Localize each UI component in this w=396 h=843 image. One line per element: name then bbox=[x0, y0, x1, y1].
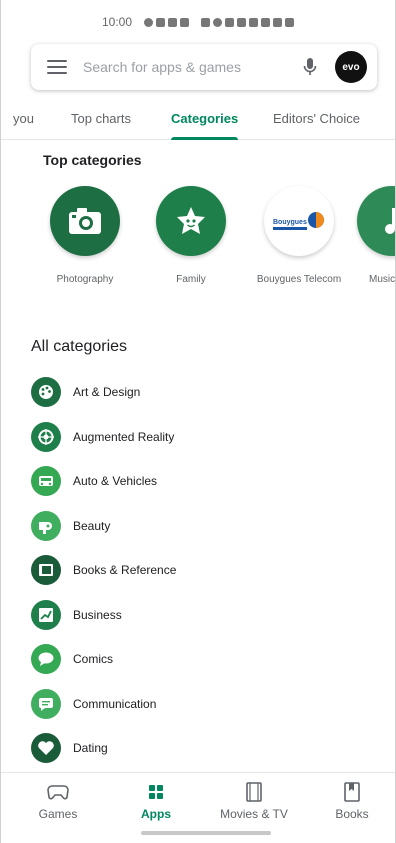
top-category-photography[interactable]: Photography bbox=[37, 186, 133, 285]
book-icon bbox=[31, 555, 61, 586]
search-bar[interactable]: Search for apps & games evo bbox=[31, 44, 377, 90]
status-time: 10:00 bbox=[101, 15, 133, 29]
tab-bar: you Top charts Categories Editors' Choic… bbox=[1, 96, 395, 140]
category-augmented-reality[interactable]: Augmented Reality bbox=[31, 415, 371, 460]
category-auto-vehicles[interactable]: Auto & Vehicles bbox=[31, 459, 371, 504]
music-note-icon bbox=[357, 186, 395, 256]
bookmark-icon bbox=[307, 781, 395, 803]
bouygues-logo-icon: Bouygues bbox=[264, 186, 334, 256]
account-avatar[interactable]: evo bbox=[335, 51, 367, 83]
top-category-label: Bouygues Telecom bbox=[256, 274, 342, 285]
apps-grid-icon bbox=[111, 781, 201, 803]
tab-for-you[interactable]: you bbox=[13, 96, 34, 140]
category-label: Business bbox=[73, 607, 122, 622]
category-label: Beauty bbox=[73, 518, 111, 533]
star-face-icon bbox=[156, 186, 226, 256]
category-books-reference[interactable]: Books & Reference bbox=[31, 548, 371, 593]
bottom-navigation: Games Apps Movies & TV Books bbox=[1, 772, 395, 843]
search-input[interactable]: Search for apps & games bbox=[83, 59, 299, 75]
nav-label: Games bbox=[38, 807, 78, 821]
svg-text:Bouygues: Bouygues bbox=[273, 219, 307, 226]
speech-bubble-icon bbox=[31, 644, 61, 675]
nav-movies-tv[interactable]: Movies & TV bbox=[209, 781, 299, 821]
category-communication[interactable]: Communication bbox=[31, 682, 371, 727]
top-category-family[interactable]: Family bbox=[143, 186, 239, 285]
category-label: Augmented Reality bbox=[73, 429, 175, 444]
hamburger-menu-icon[interactable] bbox=[47, 60, 67, 74]
category-label: Communication bbox=[73, 696, 157, 711]
chat-icon bbox=[31, 688, 61, 719]
nav-games[interactable]: Games bbox=[13, 781, 103, 821]
category-label: Auto & Vehicles bbox=[73, 474, 158, 489]
chart-icon bbox=[31, 599, 61, 630]
category-label: Art & Design bbox=[73, 385, 141, 400]
status-bar: 10:00 bbox=[1, 8, 395, 36]
category-label: Dating bbox=[73, 741, 108, 756]
tab-editors-choice[interactable]: Editors' Choice bbox=[273, 96, 360, 140]
category-label: Comics bbox=[73, 652, 114, 667]
top-category-label: Family bbox=[176, 274, 206, 285]
nav-label: Books bbox=[335, 807, 369, 821]
top-category-label: Music bbox=[369, 274, 396, 285]
top-category-music[interactable]: Music bbox=[357, 186, 396, 285]
system-icons bbox=[201, 17, 295, 27]
heart-icon bbox=[31, 733, 61, 764]
category-label: Books & Reference bbox=[73, 563, 177, 578]
notification-icons bbox=[144, 17, 190, 27]
nav-label: Movies & TV bbox=[220, 807, 288, 821]
category-business[interactable]: Business bbox=[31, 593, 371, 638]
home-indicator[interactable] bbox=[141, 831, 271, 835]
camera-icon bbox=[50, 186, 120, 256]
top-category-bouygues-telecom[interactable]: Bouygues Bouygues Telecom bbox=[251, 186, 347, 285]
top-category-label: Photography bbox=[56, 274, 114, 285]
category-beauty[interactable]: Beauty bbox=[31, 504, 371, 549]
microphone-icon[interactable] bbox=[299, 56, 321, 78]
nav-apps[interactable]: Apps bbox=[111, 781, 201, 821]
ar-icon bbox=[31, 421, 61, 452]
nav-books[interactable]: Books bbox=[307, 781, 395, 821]
nav-label: Apps bbox=[141, 807, 171, 821]
gamepad-icon bbox=[13, 781, 103, 803]
film-icon bbox=[209, 781, 299, 803]
all-categories-list: Art & Design Augmented Reality Auto & Ve… bbox=[31, 370, 371, 771]
tab-categories[interactable]: Categories bbox=[171, 96, 239, 140]
hairdryer-icon bbox=[31, 510, 61, 541]
category-art-design[interactable]: Art & Design bbox=[31, 370, 371, 415]
category-dating[interactable]: Dating bbox=[31, 726, 371, 771]
palette-icon bbox=[31, 377, 61, 408]
tab-top-charts[interactable]: Top charts bbox=[71, 96, 131, 140]
top-categories-carousel: Photography Family Bouygues Bouygues Tel… bbox=[1, 186, 396, 296]
top-categories-heading: Top categories bbox=[43, 152, 142, 168]
play-store-screen: 10:00 Search for apps & games evo you To… bbox=[0, 0, 396, 843]
car-icon bbox=[31, 466, 61, 497]
all-categories-heading: All categories bbox=[31, 338, 128, 355]
category-comics[interactable]: Comics bbox=[31, 637, 371, 682]
